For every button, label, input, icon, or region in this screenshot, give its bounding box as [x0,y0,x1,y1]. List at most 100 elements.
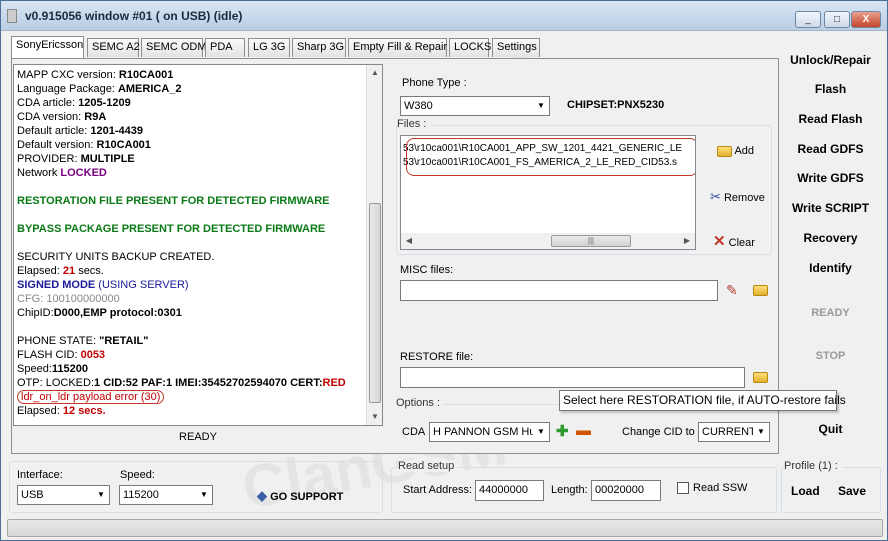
log-line: CFG: 100100000000 [17,293,120,305]
chevron-down-icon: ▼ [93,486,109,504]
interface-select[interactable]: USB ▼ [17,485,110,505]
log-line: Network LOCKED [17,167,107,179]
restore-tooltip: Select here RESTORATION file, if AUTO-re… [559,390,846,411]
interface-label: Interface: [17,469,63,481]
app-icon [7,9,17,23]
ready-button: READY [811,307,850,319]
log-line: FLASH CID: 0053 [17,349,106,361]
log-line: Elapsed: 21 secs. [17,265,104,277]
log-line: ChipID:D000,EMP protocol:0301 [17,307,182,319]
add-cda-icon[interactable]: ✚ [556,422,569,440]
maximize-button[interactable]: □ [824,11,850,28]
log-line: CDA version: R9A [17,111,107,123]
length-input[interactable]: 00020000 [591,480,661,501]
recovery-button[interactable]: Recovery [782,231,879,245]
cda-select[interactable]: H PANNON GSM Hun ▼ [429,422,550,442]
identify-button[interactable]: Identify [782,261,879,275]
log-line: BYPASS PACKAGE PRESENT FOR DETECTED FIRM… [17,223,326,235]
clear-button[interactable]: ✕ Clear [713,232,755,250]
tab-settings[interactable]: Settings [492,38,540,57]
start-address-label: Start Address: [403,484,473,496]
log-line: Speed:115200 [17,363,88,375]
read-flash-button[interactable]: Read Flash [782,112,879,126]
misc-files-input[interactable] [400,280,718,301]
folder-icon[interactable] [753,372,768,383]
status-text: READY [179,431,217,443]
tab-lg-3g[interactable]: LG 3G [248,38,290,57]
scroll-down-icon[interactable]: ▼ [367,409,382,425]
speed-label: Speed: [120,469,155,481]
chevron-down-icon: ▼ [533,423,549,441]
tab-semc-a2[interactable]: SEMC A2 [87,38,140,57]
read-gdfs-button[interactable]: Read GDFS [782,142,879,156]
close-button[interactable]: X [851,11,881,28]
log-line: PROVIDER: MULTIPLE [17,153,135,165]
stop-button: STOP [815,350,846,362]
change-cid-label: Change CID to [622,426,695,438]
scroll-thumb[interactable] [369,203,381,403]
checkbox-icon[interactable] [677,482,689,495]
speed-select[interactable]: 115200 ▼ [119,485,213,505]
restore-file-input[interactable] [400,367,745,388]
chipset-label: CHIPSET:PNX5230 [567,99,665,111]
log-line: SIGNED MODE (USING SERVER) [17,279,189,291]
scissors-icon: ✂ [710,189,721,204]
title-bar: v0.915056 window #01 ( on USB) (idle) _ … [1,1,887,31]
minimize-button[interactable]: _ [795,11,821,28]
restore-file-label: RESTORE file: [400,351,474,363]
add-button[interactable]: Add [717,145,754,157]
tab-pda[interactable]: PDA [205,38,245,57]
files-hscrollbar[interactable]: ◀ ||| ▶ [401,233,695,249]
scroll-left-icon[interactable]: ◀ [401,233,417,249]
go-support-button[interactable]: ◆ GO SUPPORT [257,488,343,504]
close-icon: ✕ [713,233,726,250]
tab-sonyericsson[interactable]: SonyEricsson [11,36,84,58]
error-message: ldr_on_ldr payload error (30) [17,390,165,404]
log-line: MAPP CXC version: R10CA001 [17,69,174,81]
scroll-thumb[interactable]: ||| [551,235,631,247]
phone-type-select[interactable]: W380 ▼ [400,96,550,116]
folder-icon[interactable] [753,285,768,296]
progress-bar [7,519,883,537]
pencil-icon[interactable]: ✎ [726,282,738,299]
support-icon: ◆ [257,488,267,503]
log-line: Language Package: AMERICA_2 [17,83,182,95]
files-list[interactable]: 53\r10ca001\R10CA001_APP_SW_1201_4421_GE… [400,135,696,250]
log-line: ldr_on_ldr payload error (30) [17,390,367,404]
log-scrollbar[interactable]: ▲ ▼ [366,65,382,425]
misc-files-label: MISC files: [400,264,454,276]
save-profile-button[interactable]: Save [838,484,866,498]
log-line: Elapsed: 12 secs. [17,405,106,417]
tab-locks[interactable]: LOCKS [449,38,491,57]
chevron-down-icon: ▼ [533,97,549,115]
folder-icon [717,145,732,157]
unlock-repair-button[interactable]: Unlock/Repair [782,53,879,67]
remove-button[interactable]: ✂ Remove [710,189,765,205]
start-address-input[interactable]: 44000000 [475,480,544,501]
change-cid-select[interactable]: CURRENT ▼ [698,422,770,442]
quit-button[interactable]: Quit [782,422,879,436]
log-line: Default version: R10CA001 [17,139,151,151]
flash-button[interactable]: Flash [782,82,879,96]
phone-type-label: Phone Type : [402,77,467,89]
write-script-button[interactable]: Write SCRIPT [782,201,879,215]
window-title: v0.915056 window #01 ( on USB) (idle) [25,9,243,23]
read-ssw-checkbox[interactable]: Read SSW [677,482,747,495]
chevron-down-icon: ▼ [196,486,212,504]
load-profile-button[interactable]: Load [791,484,820,498]
tab-semc-odm[interactable]: SEMC ODM [141,38,207,57]
log-panel[interactable]: MAPP CXC version: R10CA001 Language Pack… [13,64,383,426]
remove-cda-icon[interactable]: ▬ [576,422,591,439]
log-line: Default article: 1201-4439 [17,125,143,137]
tab-sharp-3g[interactable]: Sharp 3G [292,38,346,57]
write-gdfs-button[interactable]: Write GDFS [782,171,879,185]
log-line: PHONE STATE: "RETAIL" [17,335,149,347]
cda-label: CDA [402,426,426,438]
scroll-up-icon[interactable]: ▲ [367,65,382,81]
scroll-right-icon[interactable]: ▶ [679,233,695,249]
length-label: Length: [551,484,588,496]
highlight-frame [406,138,695,176]
log-line: RESTORATION FILE PRESENT FOR DETECTED FI… [17,195,330,207]
tab-empty-fill-repair[interactable]: Empty Fill & Repair [348,38,447,57]
chevron-down-icon: ▼ [753,423,769,441]
